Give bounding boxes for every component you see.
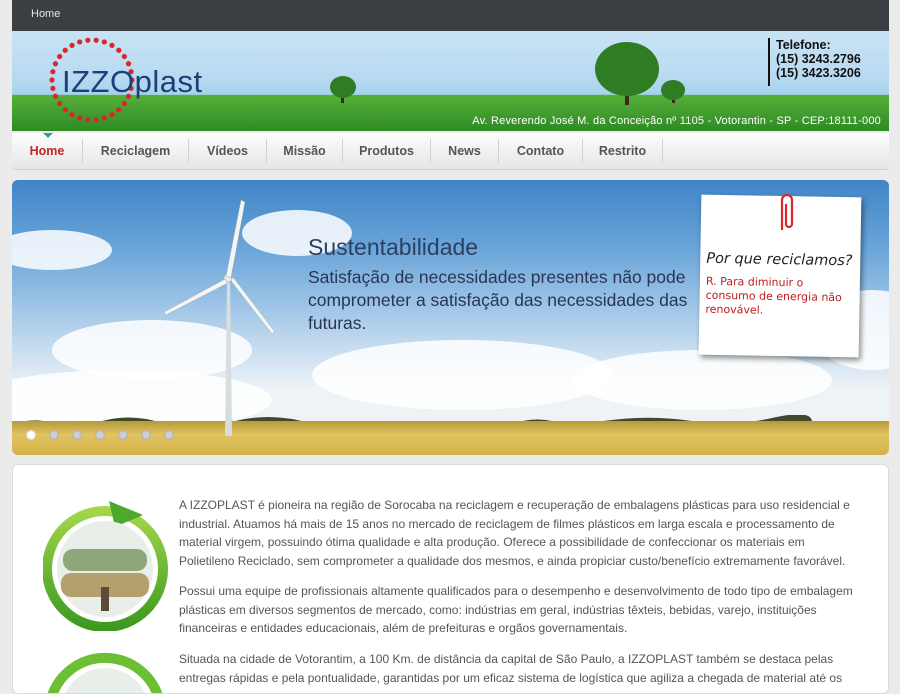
main-nav: Home Reciclagem Vídeos Missão Produtos N… (12, 133, 889, 170)
nav-produtos[interactable]: Produtos (343, 133, 430, 169)
slider-dot[interactable] (95, 430, 105, 440)
nav-divider (662, 139, 663, 163)
wind-turbine-icon (163, 200, 276, 436)
about-paragraph-2: Possui uma equipe de profissionais altam… (179, 584, 853, 635)
logo-text: IZZOplast (62, 64, 203, 99)
cloud (572, 350, 832, 410)
slider-dot[interactable] (118, 430, 128, 440)
phone-number-2: (15) 3423.3206 (776, 66, 861, 80)
slider-dot[interactable] (72, 430, 82, 440)
slider-dot[interactable] (164, 430, 174, 440)
phone-block: Telefone: (15) 3243.2796 (15) 3423.3206 (768, 38, 889, 86)
slide-text: Satisfação de necessidades presentes não… (308, 267, 688, 333)
logo-dot (50, 85, 56, 91)
phone-number-1: (15) 3243.2796 (776, 52, 861, 66)
recycle-icon (47, 652, 163, 693)
tree-icon (330, 76, 356, 103)
izzoplast-logo[interactable]: IZZOplast (48, 36, 248, 126)
nav-reciclagem[interactable]: Reciclagem (83, 133, 188, 169)
logo-dot (116, 47, 122, 53)
logo-dot (93, 117, 99, 123)
content-panel: A IZZOPLAST é pioneira na região de Soro… (12, 464, 889, 694)
cloud (12, 230, 112, 270)
logo-dot (77, 115, 83, 121)
phone-label: Telefone: (776, 38, 831, 52)
nav-videos[interactable]: Vídeos (189, 133, 266, 169)
logo-dot (109, 112, 115, 118)
slider-dot[interactable] (26, 430, 36, 440)
nav-home[interactable]: Home (12, 133, 82, 169)
header-banner: IZZOplast Telefone: (15) 3243.2796 (15) … (12, 31, 889, 131)
logo-dot (57, 53, 63, 60)
logo-dot (109, 42, 115, 48)
nav-missao[interactable]: Missão (267, 133, 342, 169)
note-answer: R. Para diminuir o consumo de energia nã… (705, 274, 842, 317)
tree-icon (661, 80, 685, 103)
logo-dot (52, 61, 59, 67)
top-home-link[interactable]: Home (31, 8, 60, 20)
tree-icon (595, 42, 659, 105)
nav-restrito[interactable]: Restrito (583, 133, 662, 169)
about-paragraph-1: A IZZOPLAST é pioneira na região de Soro… (179, 498, 850, 568)
nav-news[interactable]: News (431, 133, 498, 169)
logo-dot (116, 107, 122, 113)
paperclip-icon (780, 193, 794, 230)
logo-dot (121, 100, 127, 107)
logo-dot (50, 69, 56, 75)
logo-dot (85, 37, 91, 43)
logo-dot (121, 53, 127, 60)
slider-dot[interactable] (141, 430, 151, 440)
logo-dot (62, 107, 68, 113)
logo-dot (69, 112, 75, 118)
logo-dot (101, 39, 107, 45)
recycle-icon (43, 501, 168, 631)
note-question: Por que reciclamos? (706, 250, 853, 270)
top-bar: Home (12, 0, 889, 31)
slide-title: Sustentabilidade (308, 234, 479, 260)
hero-slider[interactable]: Sustentabilidade Satisfação de necessida… (12, 180, 889, 455)
address-text: Av. Reverendo José M. da Conceição nº 11… (472, 115, 881, 127)
slider-dots (26, 427, 187, 445)
logo-dot (49, 77, 55, 83)
logo-dot (57, 100, 63, 107)
nav-contato[interactable]: Contato (499, 133, 582, 169)
logo-dot (62, 47, 68, 53)
logo-dot (69, 42, 75, 48)
logo-dot (85, 117, 91, 123)
logo-dot (52, 93, 59, 99)
logo-dot (101, 115, 107, 121)
about-paragraph-3: Situada na cidade de Votorantim, a 100 K… (179, 652, 843, 685)
slider-dot[interactable] (49, 430, 59, 440)
cloud (312, 340, 612, 410)
logo-dot (93, 37, 99, 43)
logo-dot (77, 39, 83, 45)
